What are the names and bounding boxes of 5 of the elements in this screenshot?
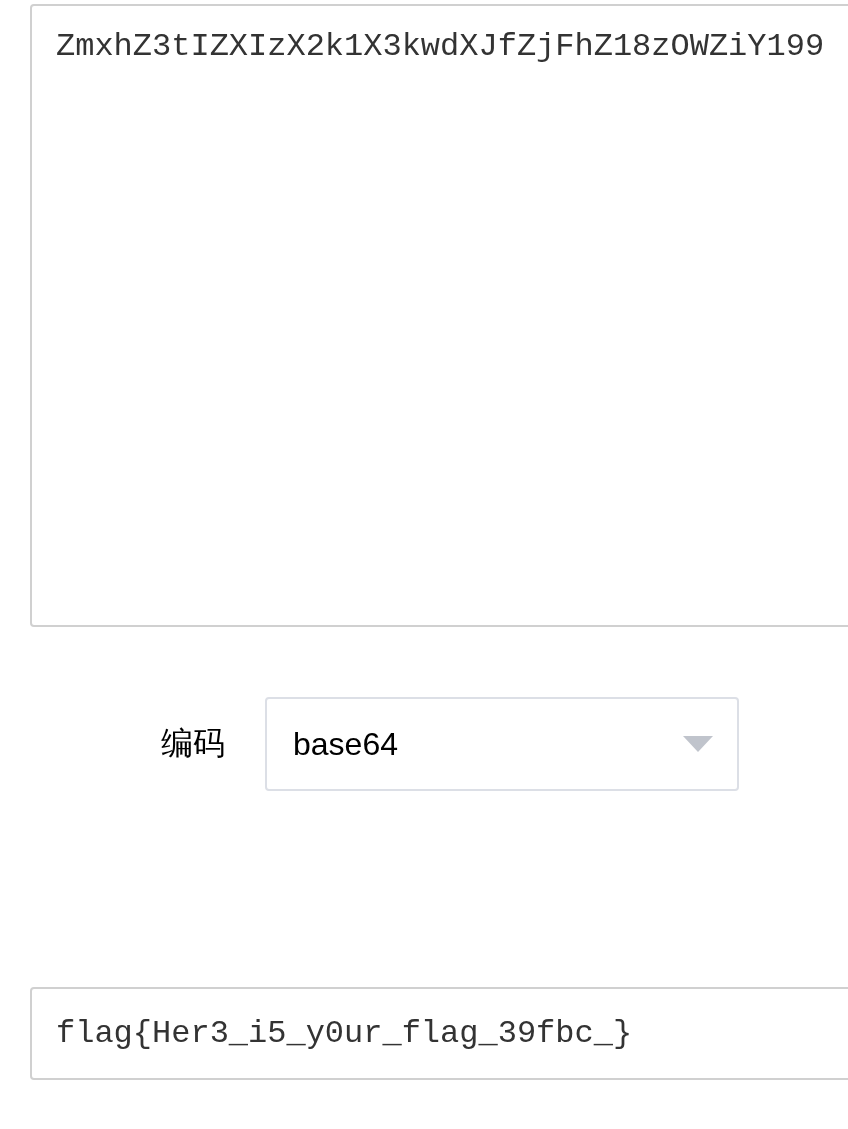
encoding-label: 编码 [160, 723, 226, 764]
input-textarea[interactable]: ZmxhZ3tIZXIzX2k1X3kwdXJfZjFhZ18zOWZiY199 [30, 4, 848, 627]
caret-icon [683, 736, 713, 752]
encoding-select[interactable]: base64 [265, 697, 739, 791]
output-field[interactable]: flag{Her3_i5_y0ur_flag_39fbc_} [30, 987, 848, 1080]
